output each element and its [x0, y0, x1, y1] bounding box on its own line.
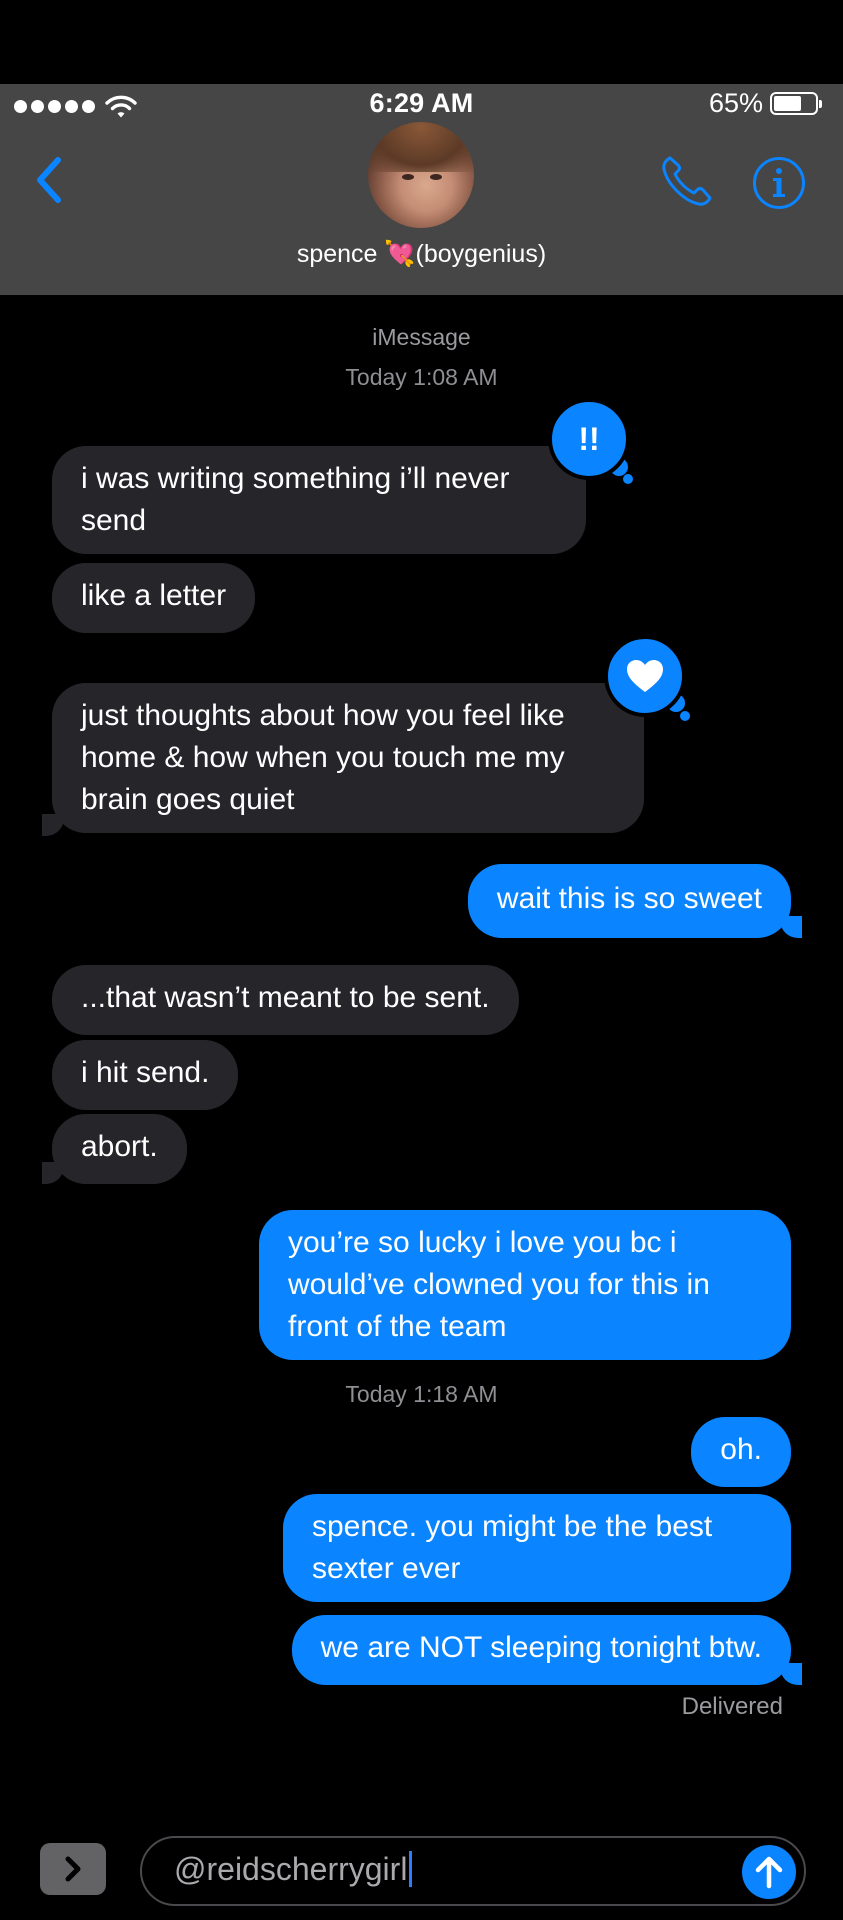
contact-name-suffix: (boygenius)	[415, 240, 547, 268]
bubble-tail	[780, 916, 802, 938]
message-text: ...that wasn’t meant to be sent.	[81, 981, 490, 1014]
exclamation-icon: !!	[578, 420, 600, 457]
battery-percent: 65%	[708, 88, 763, 118]
message-bubble-outgoing[interactable]: wait this is so sweet	[467, 864, 791, 938]
message-bubble-incoming[interactable]: abort.	[52, 1114, 187, 1184]
chevron-right-icon	[65, 1856, 81, 1882]
delivered-status: Delivered	[681, 1693, 783, 1720]
tapback-badge[interactable]	[604, 635, 686, 717]
expand-apps-button[interactable]	[40, 1843, 106, 1895]
tapback-tail	[680, 711, 690, 721]
battery-icon	[770, 92, 822, 115]
phone-icon	[662, 156, 712, 206]
message-bubble-outgoing[interactable]: you’re so lucky i love you bc i would’ve…	[259, 1210, 791, 1360]
message-text: oh.	[720, 1433, 762, 1466]
call-button[interactable]	[658, 152, 716, 210]
message-text: just thoughts about how you feel like ho…	[81, 699, 565, 816]
message-bubble-outgoing[interactable]: spence. you might be the best sexter eve…	[283, 1494, 791, 1602]
message-bubble-incoming[interactable]: i hit send.	[52, 1040, 239, 1110]
heart-icon	[627, 660, 663, 692]
bubble-tail	[42, 814, 64, 836]
chevron-left-icon	[37, 157, 61, 203]
info-icon	[753, 157, 805, 209]
message-text: you’re so lucky i love you bc i would’ve…	[288, 1226, 710, 1343]
message-text: like a letter	[81, 579, 227, 612]
contact-avatar[interactable]	[368, 122, 474, 228]
send-button[interactable]	[742, 1845, 796, 1899]
text-caret	[409, 1851, 413, 1887]
tapback-badge[interactable]: !!	[548, 398, 630, 480]
service-label: iMessage	[372, 324, 471, 350]
message-input[interactable]: @reidscherrygirl	[140, 1836, 806, 1906]
message-bubble-incoming[interactable]: ...that wasn’t meant to be sent.	[52, 965, 519, 1035]
message-bubble-incoming[interactable]: like a letter	[52, 563, 256, 633]
message-text: spence. you might be the best sexter eve…	[312, 1510, 713, 1585]
message-bubble-outgoing[interactable]: we are NOT sleeping tonight btw.	[291, 1615, 791, 1685]
message-bubble-outgoing[interactable]: oh.	[691, 1417, 791, 1487]
message-text: i hit send.	[81, 1056, 210, 1089]
message-bubble-incoming[interactable]: i was writing something i’ll never send	[52, 446, 586, 554]
back-button[interactable]	[28, 150, 72, 210]
message-text: i was writing something i’ll never send	[81, 462, 510, 537]
bubble-tail	[780, 1663, 802, 1685]
tapback-tail	[623, 474, 633, 484]
message-bubble-incoming[interactable]: just thoughts about how you feel like ho…	[52, 683, 644, 833]
contact-name-prefix: spence	[296, 240, 385, 268]
top-margin	[0, 0, 843, 84]
timestamp: Today 1:18 AM	[345, 1381, 498, 1407]
arrow-up-icon	[755, 1856, 783, 1889]
timestamp: Today 1:08 AM	[345, 364, 498, 390]
message-text: wait this is so sweet	[496, 882, 762, 915]
heart-emoji: 💘	[384, 240, 416, 268]
bubble-tail	[42, 1162, 64, 1184]
contact-name[interactable]: spence 💘(boygenius)	[0, 240, 843, 269]
message-input-value[interactable]: @reidscherrygirl	[174, 1851, 413, 1888]
message-text: abort.	[81, 1130, 158, 1163]
info-button[interactable]	[752, 156, 806, 210]
input-text: @reidscherrygirl	[174, 1851, 408, 1887]
message-text: we are NOT sleeping tonight btw.	[320, 1631, 762, 1664]
